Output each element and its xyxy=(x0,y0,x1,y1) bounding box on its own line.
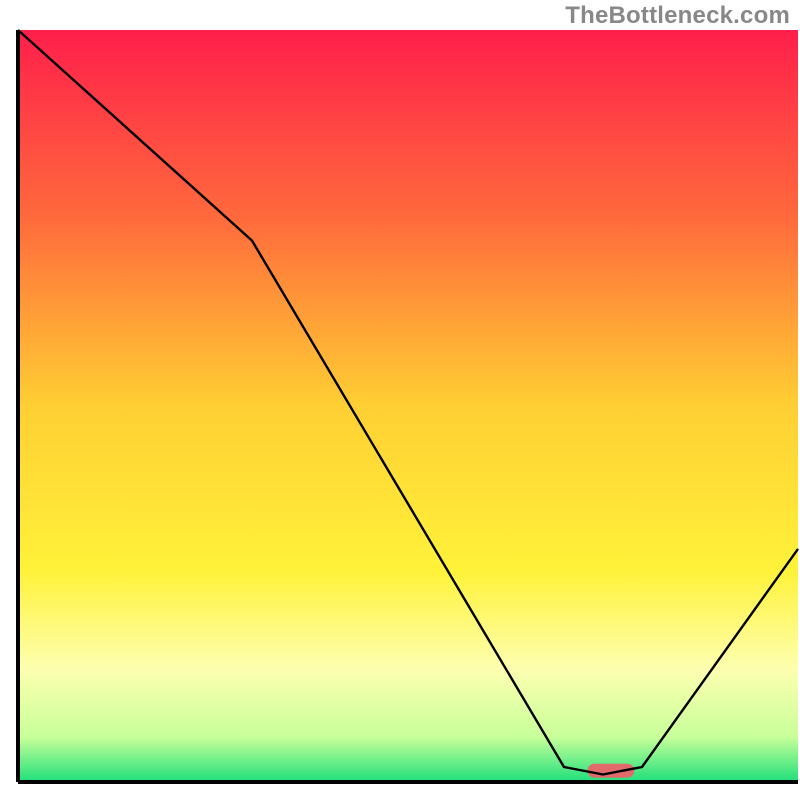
gradient-background xyxy=(18,30,798,782)
watermark-text: TheBottleneck.com xyxy=(565,2,790,30)
chart-canvas xyxy=(0,0,800,800)
bottleneck-chart: TheBottleneck.com xyxy=(0,0,800,800)
